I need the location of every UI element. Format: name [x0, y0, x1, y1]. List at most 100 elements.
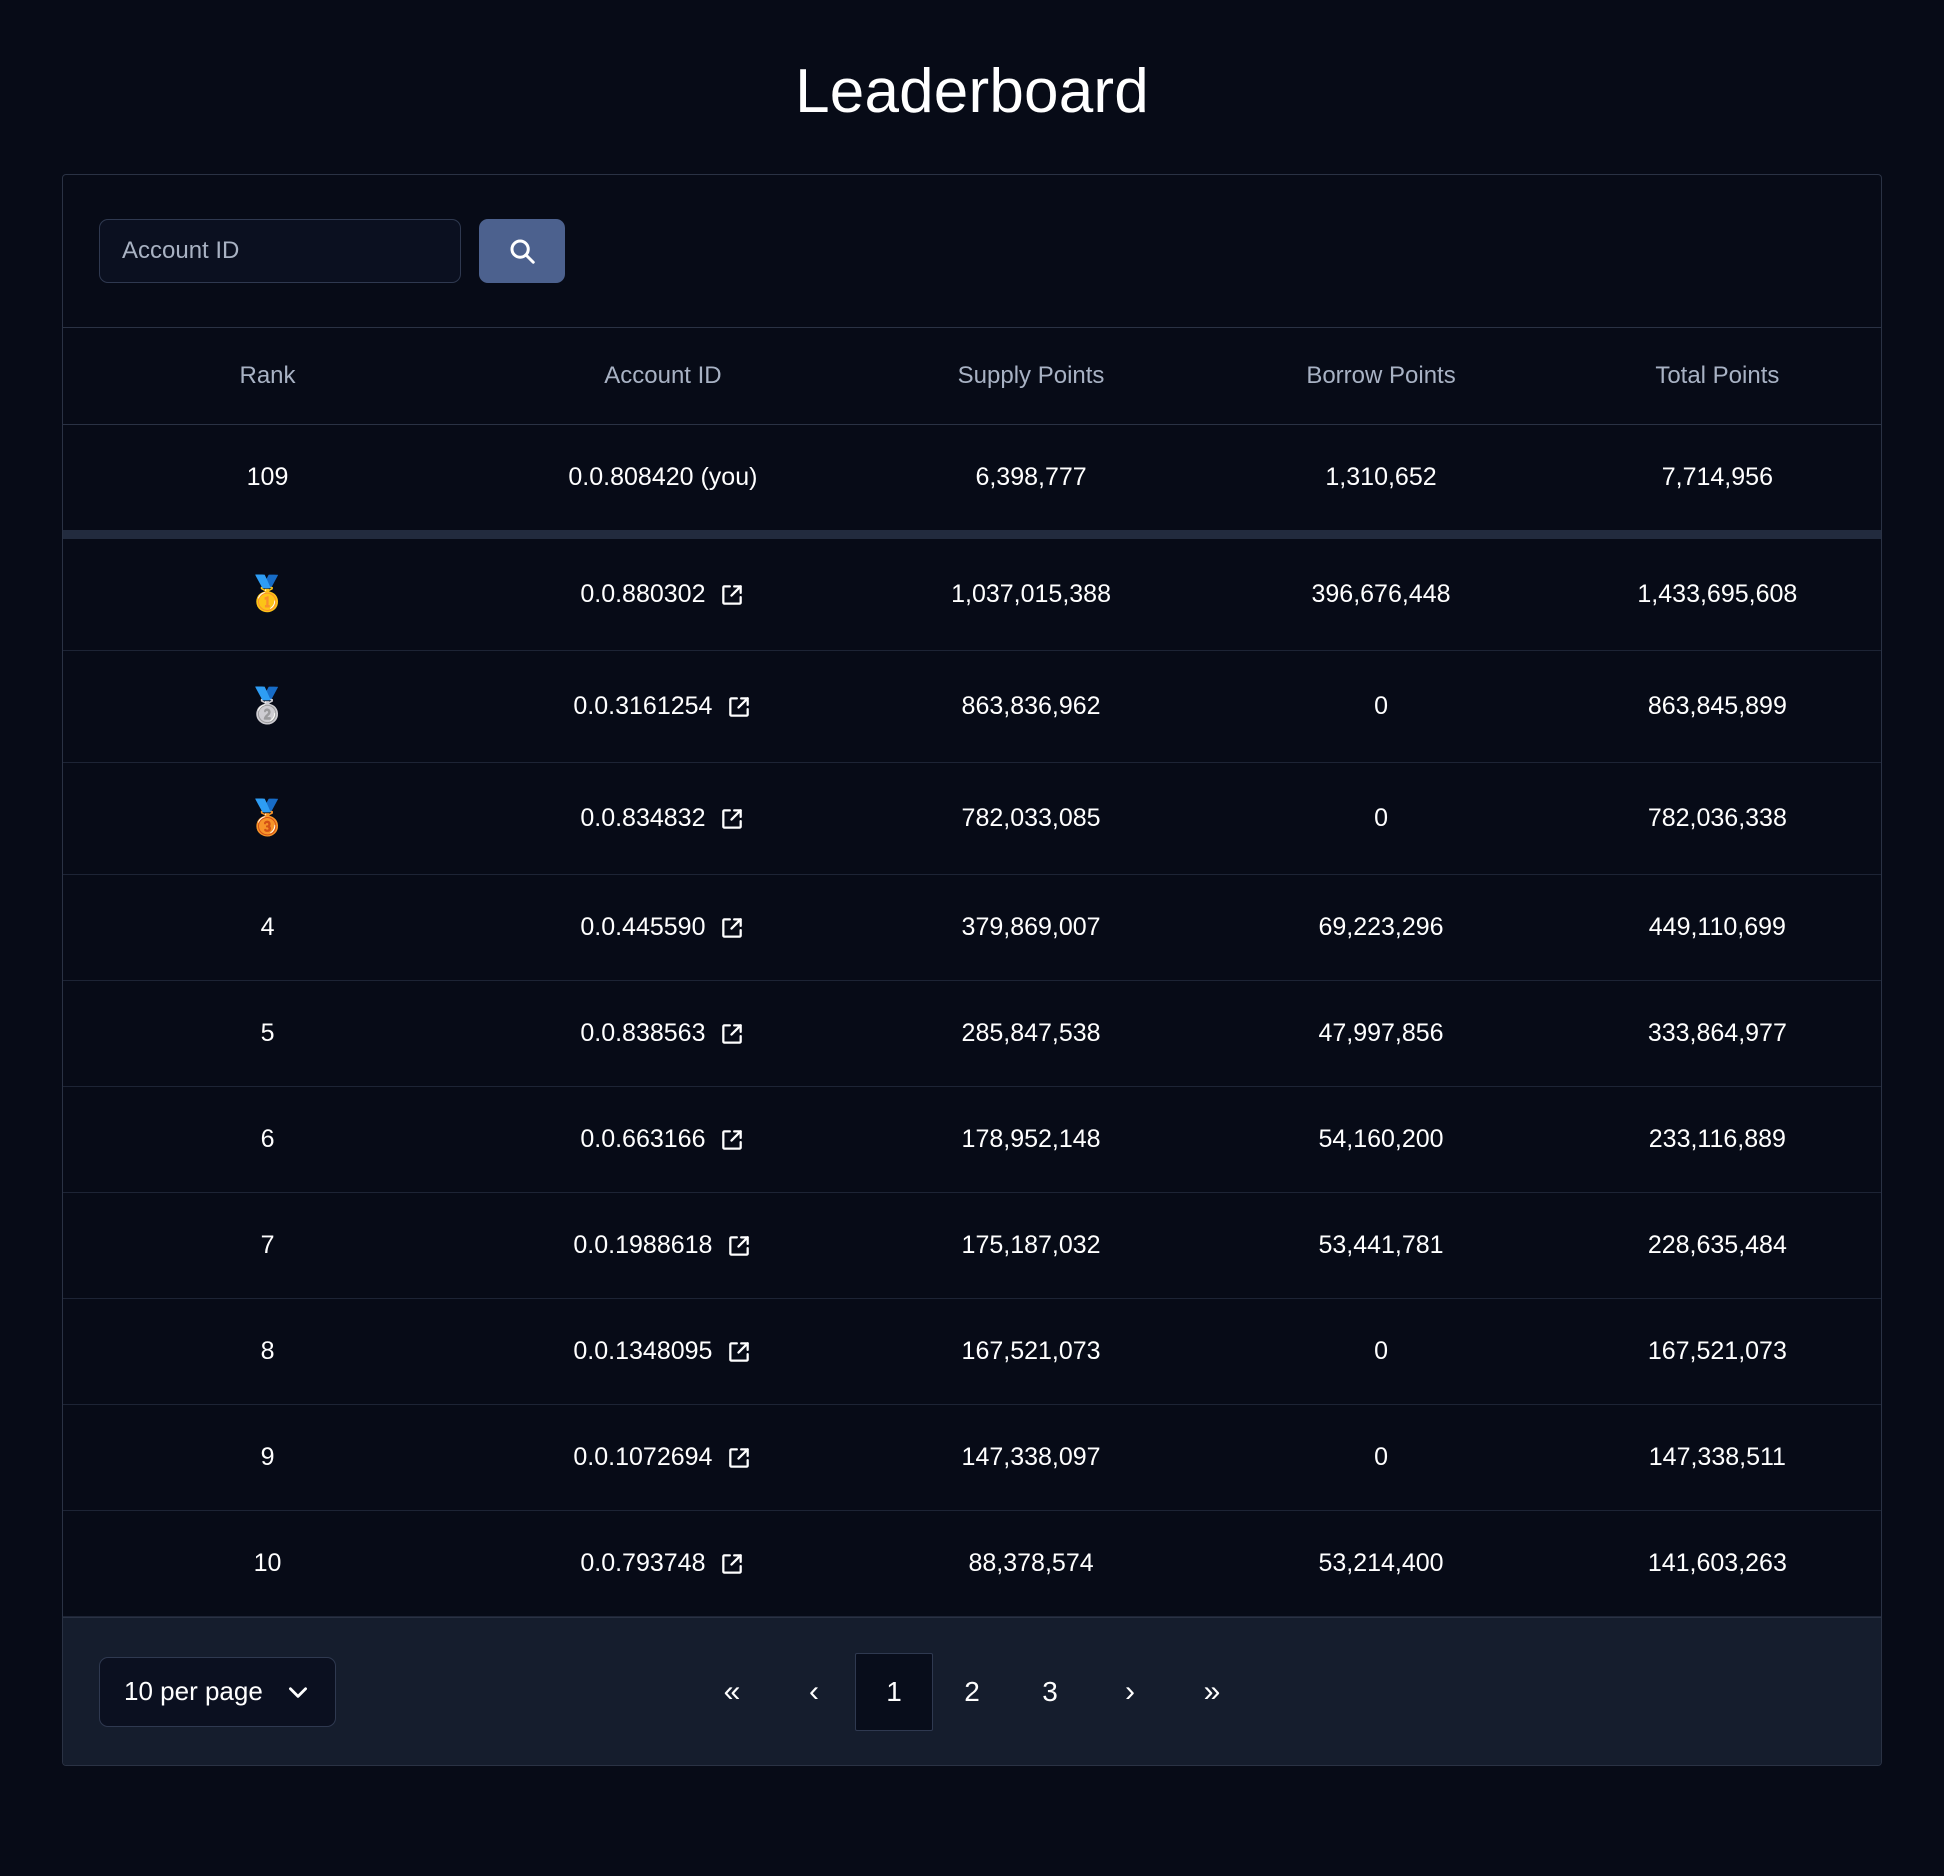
page-title: Leaderboard [795, 57, 1149, 126]
cell-supply-points: 782,033,085 [853, 762, 1209, 876]
cell-borrow-points: 0 [1208, 762, 1554, 876]
cell-borrow-points: 0 [1208, 1404, 1554, 1512]
external-link-icon[interactable] [719, 1127, 745, 1153]
table-row: 🥈 0.0.3161254 863,836,962 0 863,845,899 [63, 650, 1881, 764]
cell-total-points: 863,845,899 [1553, 650, 1881, 764]
cell-borrow-points: 1,310,652 [1325, 463, 1437, 492]
cell-rank: 109 [246, 463, 289, 492]
cell-borrow-points: 0 [1208, 650, 1554, 764]
cell-total-points: 1,433,695,608 [1553, 539, 1881, 652]
external-link-icon[interactable] [719, 1551, 745, 1577]
cell-rank: 8 [63, 1298, 473, 1406]
external-link-icon[interactable] [719, 1021, 745, 1047]
cell-rank: 5 [63, 980, 473, 1088]
leaderboard-table: Rank Account ID Supply Points Borrow Poi… [63, 328, 1881, 1618]
cell-borrow-points: 0 [1208, 1298, 1554, 1406]
search-bar [63, 175, 1881, 329]
cell-account-id: 0.0.1348095 [472, 1298, 854, 1406]
external-link-icon[interactable] [726, 1339, 752, 1365]
cell-supply-points: 285,847,538 [853, 980, 1209, 1088]
column-header-total-points: Total Points [1553, 328, 1881, 426]
search-input[interactable] [99, 219, 461, 284]
table-row: 9 0.0.1072694 147,338,097 0 147,338,511 [63, 1404, 1881, 1512]
medal-icon: 🥇 [246, 575, 289, 614]
account-id-cell: 0.0.1348095 [573, 1337, 752, 1366]
account-id-cell: 0.0.793748 [580, 1549, 745, 1578]
cell-total-points: 233,116,889 [1553, 1086, 1881, 1194]
cell-account-id: 0.0.838563 [472, 980, 854, 1088]
account-id-cell: 0.0.1988618 [573, 1231, 752, 1260]
cell-total-points: 147,338,511 [1553, 1404, 1881, 1512]
table-row: 5 0.0.838563 285,847,538 47,997,856 333,864,… [63, 980, 1881, 1088]
table-row: 10 0.0.793748 88,378,574 53,214,400 141,603,… [63, 1510, 1881, 1618]
table-row: 6 0.0.663166 178,952,148 54,160,200 233,116,… [63, 1086, 1881, 1194]
external-link-icon[interactable] [719, 915, 745, 941]
external-link-icon[interactable] [726, 1445, 752, 1471]
cell-borrow-points: 396,676,448 [1208, 539, 1554, 652]
account-id-text: 0.0.838563 [580, 1019, 706, 1048]
external-link-icon[interactable] [719, 806, 745, 832]
pagination-last-button[interactable]: » [1171, 1653, 1253, 1731]
pagination-next-button[interactable]: › [1089, 1653, 1171, 1731]
cell-total-points: 449,110,699 [1553, 874, 1881, 982]
external-link-icon[interactable] [726, 1233, 752, 1259]
cell-supply-points: 88,378,574 [853, 1510, 1209, 1618]
table-body: 109 0.0.808420 (you) 6,398,777 1,310,652 7,7… [63, 425, 1881, 1618]
account-id-cell: 0.0.838563 [580, 1019, 745, 1048]
pagination-page-1[interactable]: 1 [855, 1652, 933, 1731]
search-button[interactable] [479, 219, 565, 284]
cell-borrow-points: 53,214,400 [1208, 1510, 1554, 1618]
account-id-text: 0.0.1072694 [573, 1443, 713, 1472]
cell-total-points: 7,714,956 [1661, 463, 1773, 492]
table-row: 🥇 0.0.880302 1,037,015,388 396,676,448 1,433… [63, 539, 1881, 652]
chevron-down-icon [285, 1679, 311, 1705]
table-row-you: 109 0.0.808420 (you) 6,398,777 1,310,652 7,7… [63, 425, 1881, 531]
table-row: 7 0.0.1988618 175,187,032 53,441,781 228,635… [63, 1192, 1881, 1300]
account-id-text: 0.0.3161254 [573, 692, 713, 721]
cell-account-id: 0.0.808420 (you) [472, 425, 854, 531]
pagination-page-3[interactable]: 3 [1011, 1653, 1089, 1731]
cell-supply-points: 379,869,007 [853, 874, 1209, 982]
cell-total-points: 333,864,977 [1553, 980, 1881, 1088]
cell-rank: 🥇 [63, 539, 473, 652]
pagination-first-button[interactable]: « [691, 1653, 773, 1731]
cell-rank: 9 [63, 1404, 473, 1512]
cell-rank: 4 [63, 874, 473, 982]
cell-rank: 🥉 [63, 762, 473, 876]
account-id-cell: 0.0.445590 [580, 913, 745, 942]
account-id-text: 0.0.834832 [580, 804, 706, 833]
cell-total-points: 228,635,484 [1553, 1192, 1881, 1300]
search-icon [507, 236, 537, 266]
table-row: 4 0.0.445590 379,869,007 69,223,296 449,110,… [63, 874, 1881, 982]
row-separator [63, 530, 1881, 540]
cell-account-id: 0.0.1988618 [472, 1192, 854, 1300]
cell-supply-points: 178,952,148 [853, 1086, 1209, 1194]
cell-supply-points: 147,338,097 [853, 1404, 1209, 1512]
cell-total-points: 167,521,073 [1553, 1298, 1881, 1406]
table-head: Rank Account ID Supply Points Borrow Poi… [63, 328, 1881, 426]
per-page-select[interactable]: 10 per page [99, 1656, 336, 1727]
account-id-text: 0.0.808420 (you) [568, 463, 758, 492]
account-id-text: 0.0.1988618 [573, 1231, 713, 1260]
cell-total-points: 141,603,263 [1553, 1510, 1881, 1618]
account-id-cell: 0.0.3161254 [573, 692, 752, 721]
account-id-text: 0.0.880302 [580, 580, 706, 609]
cell-borrow-points: 47,997,856 [1208, 980, 1554, 1088]
table-header-row: Rank Account ID Supply Points Borrow Poi… [63, 328, 1881, 426]
account-id-cell: 0.0.1072694 [573, 1443, 752, 1472]
pagination-prev-button[interactable]: ‹ [773, 1653, 855, 1731]
cell-total-points: 782,036,338 [1553, 762, 1881, 876]
medal-icon: 🥉 [246, 799, 289, 838]
account-id-cell: 0.0.834832 [580, 804, 745, 833]
account-id-text: 0.0.793748 [580, 1549, 706, 1578]
cell-account-id: 0.0.3161254 [472, 650, 854, 764]
pagination-page-2[interactable]: 2 [933, 1653, 1011, 1731]
cell-rank: 6 [63, 1086, 473, 1194]
cell-account-id: 0.0.445590 [472, 874, 854, 982]
column-header-account-id: Account ID [472, 328, 854, 426]
external-link-icon[interactable] [726, 694, 752, 720]
account-id-text: 0.0.445590 [580, 913, 706, 942]
account-id-cell: 0.0.663166 [580, 1125, 745, 1154]
external-link-icon[interactable] [719, 582, 745, 608]
column-header-borrow-points: Borrow Points [1208, 328, 1554, 426]
